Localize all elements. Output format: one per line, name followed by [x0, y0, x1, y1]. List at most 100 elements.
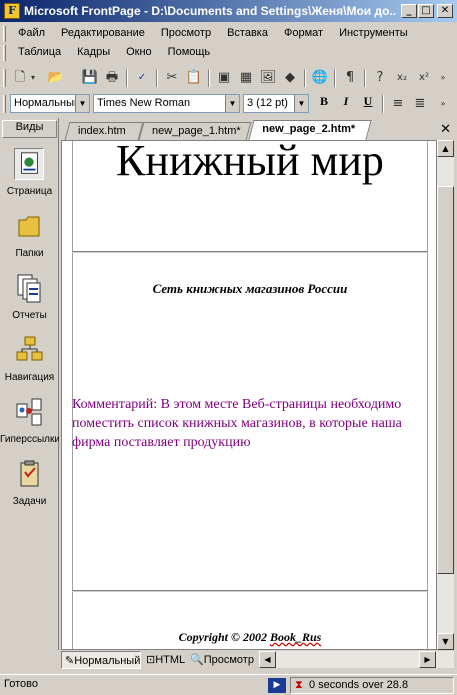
tab-index[interactable]: index.htm: [64, 122, 144, 140]
view-navigation[interactable]: Навигация: [0, 332, 59, 392]
font-select[interactable]: Times New Roman ▼: [93, 94, 240, 113]
view-folders[interactable]: Папки: [0, 208, 59, 268]
show-all-icon[interactable]: ¶: [340, 68, 360, 88]
tab-new-page-1[interactable]: new_page_1.htm*: [138, 122, 252, 140]
spelling-icon[interactable]: ✓: [132, 68, 152, 88]
view-reports-label: Отчеты: [12, 310, 47, 321]
chevron-down-icon: ▼: [75, 95, 89, 112]
menu-tools[interactable]: Инструменты: [331, 25, 416, 43]
mode-normal-label: Нормальный: [74, 655, 141, 667]
title-bar: F Microsoft FrontPage - D:\Documents and…: [0, 0, 457, 22]
mode-html[interactable]: ⊡HTML: [143, 651, 185, 669]
horizontal-scrollbar[interactable]: ◀ ▶: [259, 651, 454, 668]
formatting-toolbar: Нормальный ▼ Times New Roman ▼ 3 (12 pt)…: [0, 91, 457, 117]
scroll-up-icon[interactable]: ▲: [437, 140, 454, 157]
help-icon[interactable]: ?: [370, 68, 390, 88]
scroll-thumb[interactable]: [437, 186, 454, 574]
folder-icon: [18, 216, 40, 237]
new-dropdown-icon[interactable]: ▾: [28, 68, 38, 88]
copyright-name: Book_Rus: [269, 630, 322, 644]
save-icon[interactable]: 💾: [80, 68, 100, 88]
frontpage-app-icon[interactable]: F: [4, 3, 20, 19]
pencil-icon: ✎: [65, 655, 75, 667]
font-size-value: 3 (12 pt): [247, 97, 288, 109]
window-title: Microsoft FrontPage - D:\Documents and S…: [24, 4, 396, 18]
close-button[interactable]: ✕: [437, 4, 453, 18]
tab-new-page-2[interactable]: new_page_2.htm*: [248, 120, 372, 140]
subscript-icon[interactable]: x₂: [392, 68, 412, 88]
menu-edit[interactable]: Редактирование: [53, 25, 153, 43]
status-text: Готово: [4, 678, 38, 690]
cut-icon[interactable]: ✂: [162, 68, 182, 88]
drawing-icon[interactable]: ◆: [280, 68, 300, 88]
insert-table-icon[interactable]: ▦: [236, 68, 256, 88]
close-tab-icon[interactable]: ✕: [440, 122, 451, 137]
magnifier-icon: 🔍: [190, 654, 204, 666]
menu-window[interactable]: Окно: [118, 44, 160, 62]
download-time: ⧗ 0 seconds over 28.8: [290, 677, 454, 694]
menu-file[interactable]: Файл: [10, 25, 53, 43]
new-page-icon[interactable]: 🗋: [10, 68, 30, 88]
mode-preview[interactable]: 🔍Просмотр: [187, 651, 255, 669]
connection-icon: ▶: [268, 678, 286, 693]
views-header: Виды: [2, 120, 57, 138]
toolbar-options-icon[interactable]: »: [436, 68, 450, 88]
view-page[interactable]: Страница: [0, 146, 59, 206]
scroll-down-icon[interactable]: ▼: [437, 633, 454, 650]
view-tasks-label: Задачи: [12, 496, 47, 507]
italic-button[interactable]: I: [336, 94, 356, 114]
view-reports[interactable]: Отчеты: [0, 270, 59, 330]
style-value: Нормальный: [14, 97, 81, 109]
status-bar: Готово ▶ ⧗ 0 seconds over 28.8: [0, 674, 457, 695]
insert-picture-icon[interactable]: 🖼: [258, 68, 278, 88]
tasks-icon: [20, 460, 39, 487]
superscript-icon[interactable]: x²: [414, 68, 434, 88]
minimize-button[interactable]: _: [401, 4, 417, 18]
maximize-button[interactable]: □: [418, 4, 434, 18]
view-tasks[interactable]: Задачи: [0, 456, 59, 516]
document-tabs: index.htm new_page_1.htm* new_page_2.htm…: [61, 120, 457, 140]
views-bar: Виды Страница Папки Отчеты Навигация Гип…: [0, 118, 59, 650]
align-left-icon[interactable]: ≡: [388, 94, 408, 114]
hyperlink-icon[interactable]: 🌐: [310, 68, 330, 88]
menu-frames[interactable]: Кадры: [69, 44, 118, 62]
underline-button[interactable]: U: [358, 94, 378, 114]
page-copyright: Copyright © 2002 Book_Rus: [72, 630, 428, 645]
menu-view[interactable]: Просмотр: [153, 25, 219, 43]
tab-label: new_page_2.htm*: [262, 123, 356, 135]
insert-component-icon[interactable]: ▣: [214, 68, 234, 88]
align-center-icon[interactable]: ≣: [410, 94, 430, 114]
scroll-right-icon[interactable]: ▶: [419, 651, 436, 668]
download-time-text: 0 seconds over 28.8: [309, 679, 409, 691]
bold-button[interactable]: B: [314, 94, 334, 114]
page-editor[interactable]: Книжный мир Сеть книжных магазинов Росси…: [61, 140, 437, 650]
menu-insert[interactable]: Вставка: [219, 25, 276, 43]
menu-table[interactable]: Таблица: [10, 44, 69, 62]
publish-icon[interactable]: 🖶: [102, 68, 122, 88]
scroll-left-icon[interactable]: ◀: [259, 651, 276, 668]
view-hyperlinks[interactable]: Гиперссылки: [0, 394, 59, 454]
menu-row-1: Файл Редактирование Просмотр Вставка Фор…: [10, 25, 416, 43]
vertical-scrollbar[interactable]: ▲ ▼: [437, 140, 454, 650]
mode-html-label: HTML: [155, 654, 186, 666]
menu-format[interactable]: Формат: [276, 25, 331, 43]
menu-bar: Файл Редактирование Просмотр Вставка Фор…: [0, 24, 457, 64]
page-comment[interactable]: Комментарий: В этом месте Веб-страницы н…: [72, 395, 432, 452]
tab-label: new_page_1.htm*: [152, 125, 241, 137]
view-mode-bar: ✎Нормальный ⊡HTML 🔍Просмотр ◀ ▶: [59, 650, 457, 670]
reports-icon: [17, 274, 41, 303]
page-subheading: Сеть книжных магазинов России: [152, 281, 348, 296]
navigation-icon: [16, 336, 43, 361]
view-page-label: Страница: [6, 186, 53, 197]
mode-preview-label: Просмотр: [203, 654, 254, 666]
page-heading: Книжный мир: [116, 140, 384, 185]
font-size-select[interactable]: 3 (12 pt) ▼: [243, 94, 309, 113]
menu-help[interactable]: Помощь: [160, 44, 219, 62]
mode-normal[interactable]: ✎Нормальный: [61, 651, 141, 669]
html-icon: ⊡: [146, 654, 156, 666]
style-select[interactable]: Нормальный ▼: [10, 94, 90, 113]
paste-icon[interactable]: 📋: [184, 68, 204, 88]
chevron-down-icon: ▼: [225, 95, 239, 112]
toolbar-options-icon[interactable]: »: [436, 94, 450, 114]
open-folder-icon[interactable]: 📂: [46, 68, 66, 88]
